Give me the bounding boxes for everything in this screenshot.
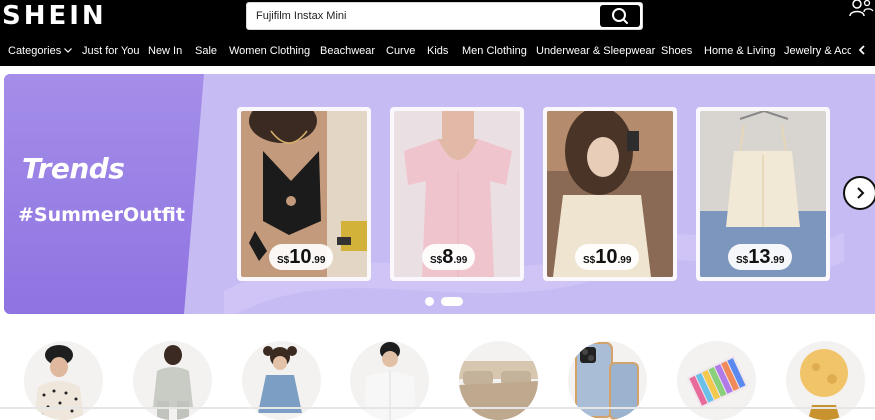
price-tag: S$10.99 <box>575 244 640 270</box>
shein-logo[interactable]: SHEIN <box>2 2 107 30</box>
search-input[interactable]: Fujifilm Instax Mini <box>256 10 346 22</box>
chevron-down-icon <box>64 48 73 53</box>
chevron-left-icon <box>858 45 865 55</box>
nav-item-categories[interactable]: Categories <box>8 45 73 57</box>
nav-item-just-for-you[interactable]: Just for You <box>82 45 140 57</box>
nav-item-beachwear[interactable]: Beachwear <box>320 45 375 57</box>
price-tag: S$10.99 <box>269 244 334 270</box>
product-image: S$10.99 <box>547 111 673 277</box>
carousel-next-button[interactable] <box>843 176 875 210</box>
search-bar[interactable]: Fujifilm Instax Mini <box>246 2 643 30</box>
nav-item-sale[interactable]: Sale <box>195 45 217 57</box>
price-tag: S$8.99 <box>422 244 476 270</box>
carousel-dot[interactable] <box>425 297 434 306</box>
chevron-right-icon <box>857 187 865 199</box>
nav-item-curve[interactable]: Curve <box>386 45 415 57</box>
nav-item-shoes[interactable]: Shoes <box>661 45 692 57</box>
search-button[interactable] <box>600 5 640 27</box>
nav-item-women-clothing[interactable]: Women Clothing <box>229 45 310 57</box>
product-image: S$8.99 <box>394 111 520 277</box>
carousel-dot-active[interactable] <box>441 297 463 306</box>
user-icon[interactable] <box>849 0 875 17</box>
product-card[interactable]: S$8.99 <box>390 107 524 281</box>
nav-item-home-living[interactable]: Home & Living <box>704 45 776 57</box>
nav-item-new-in[interactable]: New In <box>148 45 182 57</box>
product-card[interactable]: S$13.99 <box>696 107 830 281</box>
trends-banner[interactable]: Trends #SummerOutfit S$10.99 S$8.99 S$10… <box>4 74 875 314</box>
product-image: S$13.99 <box>700 111 826 277</box>
category-nav: Categories Just for You New In Sale Wome… <box>0 34 875 66</box>
product-image: S$10.99 <box>241 111 367 277</box>
product-card[interactable]: S$10.99 <box>237 107 371 281</box>
banner-side-panel <box>4 74 204 314</box>
banner-title: Trends <box>22 152 125 185</box>
site-header: SHEIN Fujifilm Instax Mini <box>0 0 875 34</box>
price-tag: S$13.99 <box>728 244 793 270</box>
nav-item-underwear-sleepwear[interactable]: Underwear & Sleepwear <box>536 45 655 57</box>
nav-item-kids[interactable]: Kids <box>427 45 448 57</box>
nav-item-jewelry[interactable]: Jewelry & Acce <box>784 45 859 57</box>
magnifier-icon <box>612 8 628 24</box>
nav-scroll-button[interactable] <box>851 34 875 66</box>
banner-hashtag: #SummerOutfit <box>18 204 185 226</box>
product-card[interactable]: S$10.99 <box>543 107 677 281</box>
nav-item-men-clothing[interactable]: Men Clothing <box>462 45 527 57</box>
